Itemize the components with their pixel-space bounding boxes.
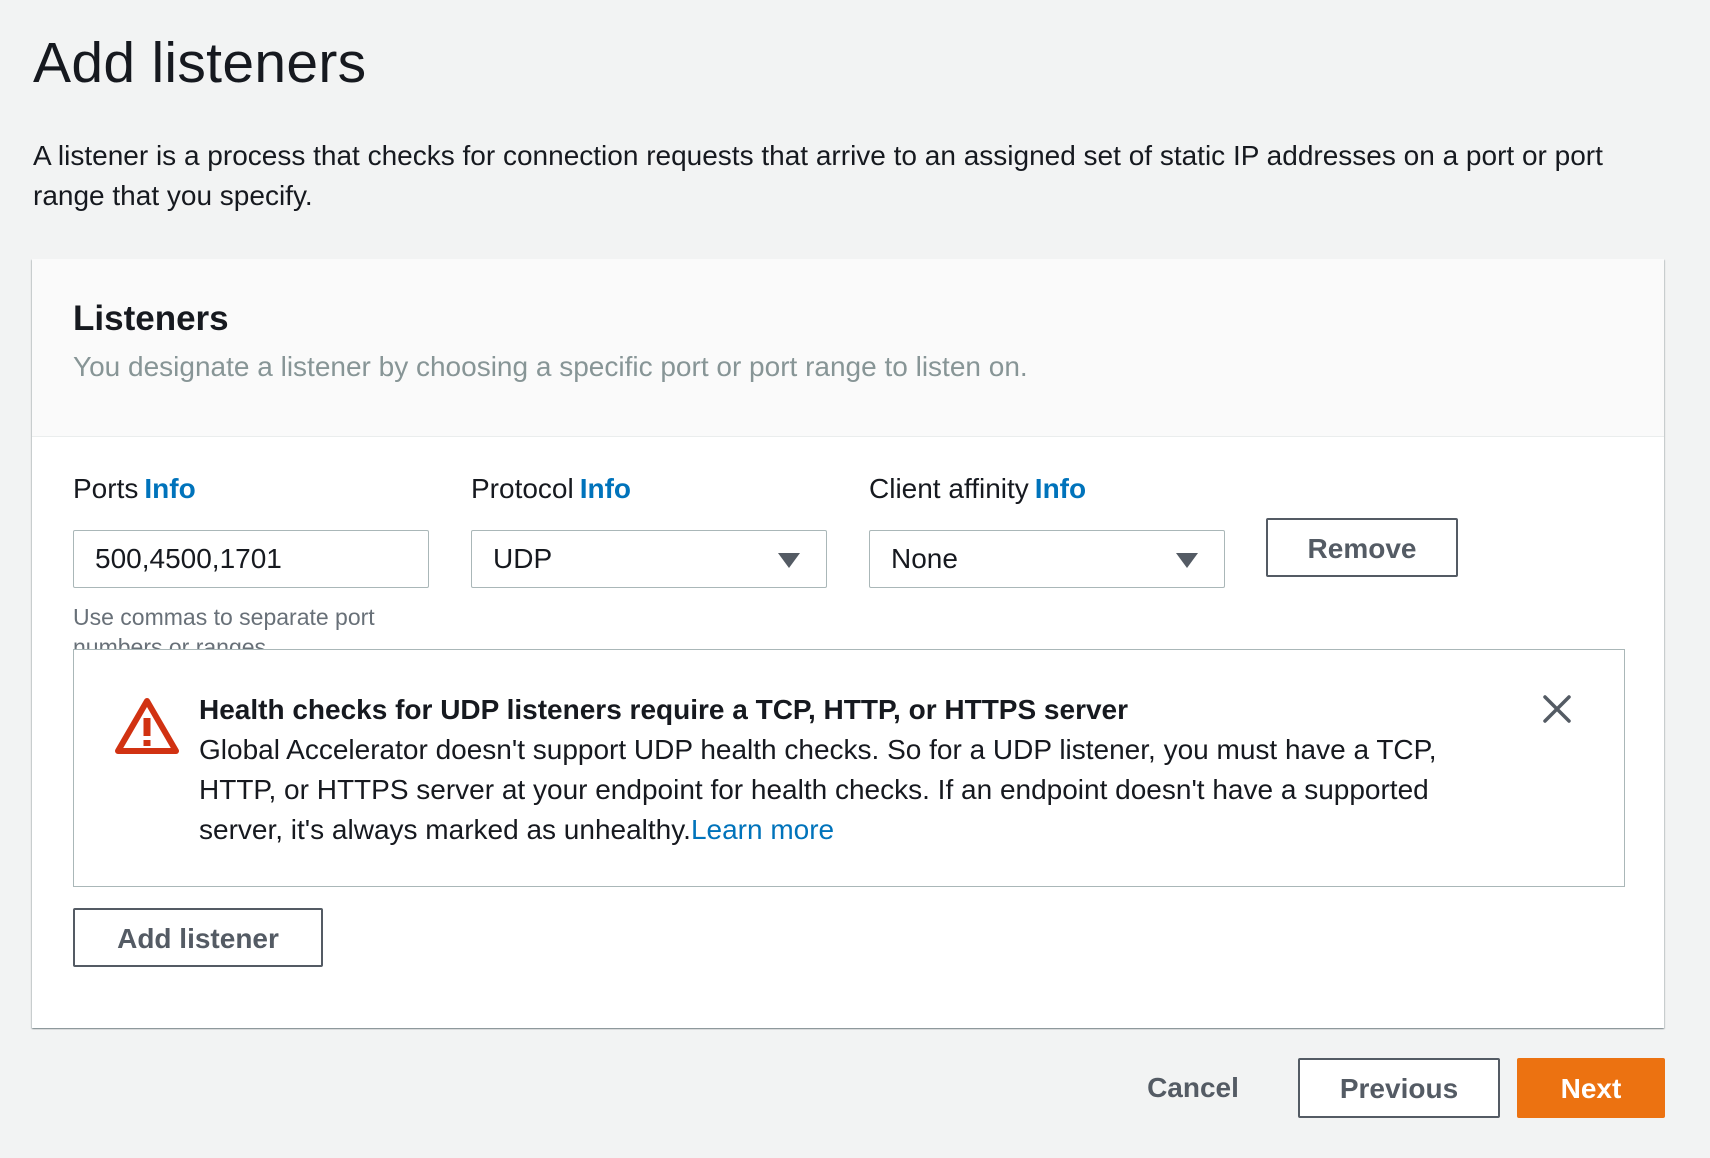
panel-header: Listeners You designate a listener by ch… — [32, 259, 1664, 437]
protocol-label: Protocol — [471, 473, 574, 504]
add-listener-button[interactable]: Add listener — [73, 908, 323, 967]
learn-more-link[interactable]: Learn more — [691, 814, 834, 845]
alert-title: Health checks for UDP listeners require … — [199, 694, 1129, 725]
cancel-button[interactable]: Cancel — [1130, 1058, 1256, 1118]
caret-down-icon — [778, 553, 800, 568]
previous-button[interactable]: Previous — [1298, 1058, 1500, 1118]
udp-health-check-alert: Health checks for UDP listeners require … — [73, 649, 1625, 887]
client-affinity-info-link[interactable]: Info — [1035, 473, 1086, 504]
panel-description: You designate a listener by choosing a s… — [73, 351, 1028, 382]
remove-button[interactable]: Remove — [1266, 518, 1458, 577]
ports-info-link[interactable]: Info — [144, 473, 195, 504]
client-affinity-selected-value: None — [891, 543, 958, 574]
client-affinity-select[interactable]: None — [869, 530, 1225, 588]
close-icon[interactable] — [1542, 694, 1572, 729]
ports-input[interactable] — [73, 530, 429, 588]
protocol-selected-value: UDP — [493, 543, 553, 574]
protocol-field: Protocol Info UDP — [471, 472, 827, 588]
ports-label-row: Ports Info — [73, 472, 196, 506]
ports-label: Ports — [73, 473, 139, 504]
listeners-panel: Listeners You designate a listener by ch… — [32, 259, 1664, 1028]
panel-title: Listeners — [73, 299, 229, 338]
protocol-label-row: Protocol Info — [471, 472, 631, 506]
client-affinity-label: Client affinity — [869, 473, 1029, 504]
client-affinity-label-row: Client affinity Info — [869, 472, 1086, 506]
warning-icon — [114, 696, 180, 761]
caret-down-icon — [1176, 553, 1198, 568]
next-button[interactable]: Next — [1517, 1058, 1665, 1118]
ports-field: PortsInfo Use commas to separate port nu… — [73, 472, 429, 660]
protocol-select[interactable]: UDP — [471, 530, 827, 588]
page-title: Add listeners — [33, 31, 367, 95]
alert-body: Global Accelerator doesn't support UDP h… — [199, 730, 1489, 850]
client-affinity-field: Client affinity Info None — [869, 472, 1225, 588]
protocol-info-link[interactable]: Info — [580, 473, 631, 504]
page-description: A listener is a process that checks for … — [33, 140, 1603, 211]
